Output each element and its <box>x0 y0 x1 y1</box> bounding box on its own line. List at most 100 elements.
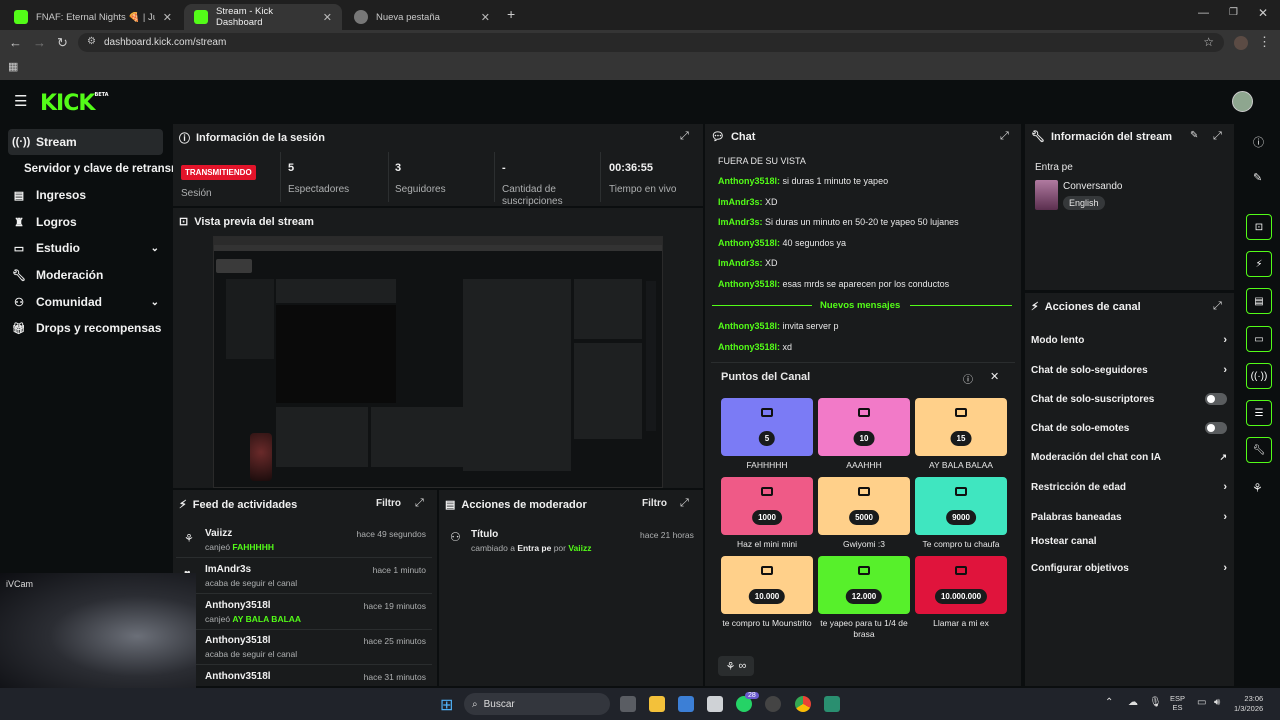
chat-user[interactable]: ImAndr3s: <box>718 258 763 268</box>
chat-bubble-icon[interactable]: ▭ <box>1246 326 1272 352</box>
lightning-icon[interactable]: ⚡︎ <box>1246 251 1272 277</box>
chrome-icon[interactable] <box>795 696 811 712</box>
wrench-icon[interactable]: 🔧︎ <box>1246 437 1272 463</box>
chat-user[interactable]: ImAndr3s: <box>718 197 763 207</box>
expand-icon[interactable]: ⤢ <box>680 497 689 510</box>
apps-grid-icon[interactable]: ▦ <box>8 60 18 73</box>
monitor-icon[interactable]: ▭ <box>1197 697 1206 708</box>
sidebar-item-estudio[interactable]: ▭ Estudio ⌄ <box>8 235 163 261</box>
stream-category[interactable]: Conversando <box>1063 181 1122 192</box>
feed-user[interactable]: Vaiizz <box>205 528 232 539</box>
document-icon[interactable]: ▤ <box>1246 288 1272 314</box>
chat-user[interactable]: ImAndr3s: <box>718 217 763 227</box>
sidebar-item-ingresos[interactable]: ▤ Ingresos <box>8 182 163 208</box>
task-view-icon[interactable] <box>620 696 636 712</box>
store-icon[interactable] <box>707 696 723 712</box>
restore-icon[interactable]: ❐ <box>1229 7 1238 18</box>
feed-user[interactable]: Anthonv3518l <box>205 671 271 682</box>
bookmark-star-icon[interactable]: ☆ <box>1203 35 1214 49</box>
cloud-icon[interactable]: ☁ <box>1128 697 1138 708</box>
stack-icon[interactable]: ☰ <box>1246 400 1272 426</box>
clock[interactable]: 23:06 1/3/2026 <box>1234 694 1263 714</box>
chat-user[interactable]: Anthony3518l: <box>718 279 780 289</box>
user-avatar[interactable] <box>1232 91 1253 112</box>
mod-filter-button[interactable]: Filtro <box>642 498 667 509</box>
action-banned-words[interactable]: Palabras baneadas › <box>1031 511 1227 523</box>
action-emotes-only[interactable]: Chat de solo-emotes <box>1031 422 1227 434</box>
close-tab-icon[interactable]: ✕ <box>163 11 172 24</box>
reward-tile[interactable]: 15 <box>915 398 1007 456</box>
action-configure-goals[interactable]: Configurar objetivos › <box>1031 562 1227 574</box>
reward-tile[interactable]: 12.000 <box>818 556 910 614</box>
edit-pencil-icon[interactable]: ✎ <box>1190 130 1198 141</box>
browser-tab-fnaf[interactable]: FNAF: Eternal Nights 🍕 | Juegu ✕ <box>4 4 182 30</box>
reward-tile[interactable]: 5000 <box>818 477 910 535</box>
sidebar-item-moderacion[interactable]: 🔧︎ Moderación <box>8 262 163 288</box>
new-tab-icon[interactable]: + <box>507 6 515 22</box>
m365-icon[interactable] <box>678 696 694 712</box>
feed-filter-button[interactable]: Filtro <box>376 498 401 509</box>
hamburger-menu-icon[interactable]: ☰ <box>14 92 27 110</box>
taskbar-search[interactable]: ⌕ Buscar <box>464 693 610 715</box>
browser-tab-dashboard[interactable]: Stream - Kick Dashboard ✕ <box>184 4 342 30</box>
clip-icon[interactable]: ⊡ <box>1246 214 1272 240</box>
sidebar-item-drops[interactable]: 🎁︎ Drops y recompensas <box>8 315 163 341</box>
mic-icon[interactable]: 🎙︎ <box>1149 697 1162 708</box>
close-tab-icon[interactable]: ✕ <box>481 11 490 24</box>
sidebar-item-comunidad[interactable]: ⚇ Comunidad ⌄ <box>8 289 163 315</box>
expand-icon[interactable]: ⤢ <box>680 130 689 143</box>
forward-icon[interactable]: → <box>33 35 46 50</box>
chat-user[interactable]: Anthony3518l: <box>718 238 780 248</box>
sidebar-item-logros[interactable]: ♜ Logros <box>8 209 163 235</box>
chat-user[interactable]: Anthony3518l: <box>718 321 780 331</box>
tray-chevron-icon[interactable]: ⌃ <box>1105 697 1113 708</box>
expand-icon[interactable]: ⤢ <box>415 497 424 510</box>
minimize-icon[interactable]: — <box>1198 7 1209 19</box>
language-indicator[interactable]: ESP ES <box>1170 694 1185 712</box>
feed-user[interactable]: ImAndr3s <box>205 564 251 575</box>
volume-icon[interactable]: 🔊︎ <box>1214 697 1220 708</box>
action-subs-only[interactable]: Chat de solo-suscriptores <box>1031 393 1227 405</box>
subs-only-toggle[interactable] <box>1205 393 1227 405</box>
reward-tile[interactable]: 1000 <box>721 477 813 535</box>
action-followers-only[interactable]: Chat de solo-seguidores › <box>1031 364 1227 376</box>
window-close-icon[interactable]: ✕ <box>1258 6 1268 20</box>
info-icon[interactable]: ⓘ <box>1253 134 1264 150</box>
close-tab-icon[interactable]: ✕ <box>323 11 332 24</box>
back-icon[interactable]: ← <box>9 35 22 50</box>
browser-tab-new[interactable]: Nueva pestaña ✕ <box>344 4 500 30</box>
app-icon[interactable] <box>824 696 840 712</box>
edit-pencil-icon[interactable]: ✎ <box>1253 171 1262 184</box>
expand-icon[interactable]: ⤢ <box>1000 130 1009 143</box>
sidebar-item-stream[interactable]: ((·)) Stream <box>8 129 163 155</box>
address-bar[interactable]: ⚙ dashboard.kick.com/stream ☆ <box>78 33 1224 52</box>
expand-icon[interactable]: ⤢ <box>1213 130 1222 143</box>
points-icon[interactable]: ⚘ <box>1252 481 1263 495</box>
mod-action-user[interactable]: Vaiizz <box>568 543 591 553</box>
windows-start-icon[interactable]: ⊞ <box>440 695 453 715</box>
points-balance-button[interactable]: ⚘ ∞ <box>718 656 754 676</box>
chat-user[interactable]: Anthony3518l: <box>718 342 780 352</box>
expand-icon[interactable]: ⤢ <box>1213 300 1222 313</box>
browser-menu-icon[interactable]: ⋮ <box>1258 34 1271 50</box>
file-explorer-icon[interactable] <box>649 696 665 712</box>
action-age-restriction[interactable]: Restricción de edad › <box>1031 481 1227 493</box>
reward-tile[interactable]: 10.000.000 <box>915 556 1007 614</box>
reward-tile[interactable]: 5 <box>721 398 813 456</box>
info-icon[interactable]: ⓘ <box>963 371 973 386</box>
chat-user[interactable]: Anthony3518l: <box>718 176 780 186</box>
category-thumbnail[interactable] <box>1035 180 1058 210</box>
app-icon[interactable] <box>765 696 781 712</box>
reload-icon[interactable]: ↻ <box>57 35 68 51</box>
emotes-only-toggle[interactable] <box>1205 422 1227 434</box>
kick-logo[interactable]: KICKBETA <box>40 91 109 116</box>
action-slow-mode[interactable]: Modo lento › <box>1031 334 1227 346</box>
reward-tile[interactable]: 10.000 <box>721 556 813 614</box>
sidebar-item-server-key[interactable]: Servidor y clave de retransm <box>20 156 181 182</box>
close-icon[interactable]: ✕ <box>990 370 999 383</box>
site-info-icon[interactable]: ⚙ <box>87 36 96 47</box>
profile-avatar[interactable] <box>1234 36 1248 50</box>
action-host-channel[interactable]: Hostear canal <box>1031 536 1227 547</box>
reward-tile[interactable]: 10 <box>818 398 910 456</box>
reward-tile[interactable]: 9000 <box>915 477 1007 535</box>
